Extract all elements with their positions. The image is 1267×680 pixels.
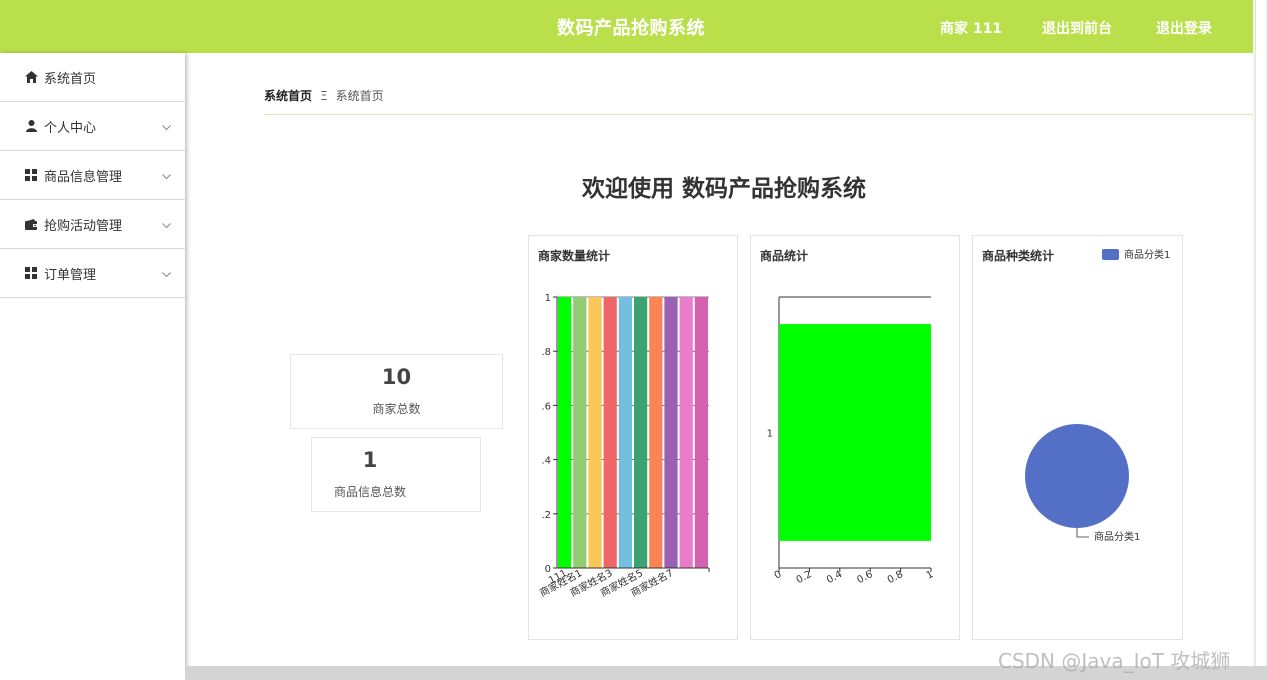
back-to-front-link[interactable]: 退出到前台: [1042, 18, 1112, 38]
wallet-icon: [24, 217, 38, 231]
stat-card-products: 1 商品信息总数: [311, 437, 481, 512]
x-tick-label: 1: [925, 569, 936, 582]
product-bar-chart: 1 0 0.2 0.4 0.6 0.8 1: [767, 296, 936, 586]
chevron-down-icon: [162, 218, 171, 233]
x-tick-label: 0.8: [886, 569, 905, 586]
y-tick-label: .8: [541, 347, 551, 358]
bar: [664, 297, 678, 568]
pie-label: 商品分类1: [1094, 530, 1140, 543]
bar: [694, 297, 708, 568]
sidebar-item-flash-sale[interactable]: 抢购活动管理: [0, 200, 185, 249]
x-tick-label: 0.6: [855, 569, 874, 586]
y-tick-label: .4: [541, 456, 551, 467]
grid-icon: [24, 168, 38, 182]
y-tick-label: .6: [541, 401, 551, 412]
bar: [588, 297, 602, 568]
sidebar-item-home[interactable]: 系统首页: [0, 53, 185, 102]
bar: [679, 297, 693, 568]
sidebar-item-label: 抢购活动管理: [44, 218, 123, 234]
y-tick-label: 1: [767, 429, 773, 440]
y-tick-label: 1: [545, 293, 551, 304]
sidebar-item-orders[interactable]: 订单管理: [0, 249, 185, 298]
sidebar-item-label: 系统首页: [44, 71, 97, 87]
top-header: 数码产品抢购系统 商家 111 退出到前台 退出登录: [0, 0, 1253, 53]
chevron-down-icon: [162, 267, 171, 282]
welcome-heading: 欢迎使用 数码产品抢购系统: [581, 176, 866, 202]
merchant-bar-chart: 0.2.4.6.81111商家姓名1商家姓名3商家姓名5商家姓名7: [537, 293, 710, 599]
bar: [618, 297, 632, 568]
pie-label-line: [1076, 528, 1089, 538]
breadcrumb-separator: Ξ: [320, 89, 328, 103]
sidebar-item-label: 个人中心: [44, 120, 97, 136]
chart-panel-categories: 商品种类统计 商品分类1 商品分类1: [972, 235, 1183, 640]
bar: [573, 297, 587, 568]
y-tick-label: 0: [545, 564, 551, 575]
y-tick-label: .2: [541, 510, 551, 521]
category-pie-chart: 商品分类1 商品分类1: [1025, 248, 1170, 543]
stat-card-merchants: 10 商家总数: [290, 354, 503, 429]
stat-label: 商家总数: [372, 402, 421, 416]
breadcrumb: 系统首页 Ξ 系统首页: [264, 87, 384, 104]
chevron-down-icon: [162, 120, 171, 135]
chart-panel-merchants: 商家数量统计 0.2.4.6.8 1 111 商家姓名1 商家姓名3 商家姓名5 商家姓名7: [528, 235, 738, 640]
bar: [558, 297, 572, 568]
sidebar: 系统首页 个人中心 商品信息管理 抢购活动管理 订单管理: [0, 53, 185, 680]
legend-label: 商品分类1: [1124, 248, 1170, 261]
chart-panel-products: 商品统计 1 0 0.2 0.4 0.6 0.8 1: [750, 235, 960, 640]
vertical-scrollbar[interactable]: [1253, 0, 1267, 666]
stat-value: 10: [381, 365, 412, 389]
user-name[interactable]: 商家 111: [940, 18, 1002, 38]
breadcrumb-current: 系统首页: [335, 89, 384, 103]
sidebar-item-personal-center[interactable]: 个人中心: [0, 102, 185, 151]
watermark: CSDN @Java_IoT 攻城狮: [998, 649, 1231, 673]
sidebar-item-label: 订单管理: [44, 267, 97, 283]
home-icon: [24, 70, 38, 84]
grid-icon: [24, 266, 38, 280]
breadcrumb-home-link[interactable]: 系统首页: [264, 89, 312, 103]
sidebar-item-product-info[interactable]: 商品信息管理: [0, 151, 185, 200]
bar: [779, 324, 931, 541]
user-icon: [24, 119, 38, 133]
sidebar-item-label: 商品信息管理: [44, 169, 123, 185]
bar: [649, 297, 663, 568]
x-tick-label: 0.4: [825, 569, 844, 586]
bar: [634, 297, 648, 568]
breadcrumb-divider: [264, 114, 1253, 115]
pie-slice: [1025, 424, 1129, 528]
logout-link[interactable]: 退出登录: [1156, 18, 1212, 38]
stat-value: 1: [362, 448, 378, 472]
x-tick-label: 0.2: [795, 569, 814, 586]
legend-swatch: [1102, 249, 1119, 260]
stat-label: 商品信息总数: [333, 485, 406, 499]
scrollbar-thumb[interactable]: [1255, 0, 1266, 666]
chevron-down-icon: [162, 169, 171, 184]
bar: [603, 297, 617, 568]
x-tick-label: 0: [773, 569, 784, 582]
